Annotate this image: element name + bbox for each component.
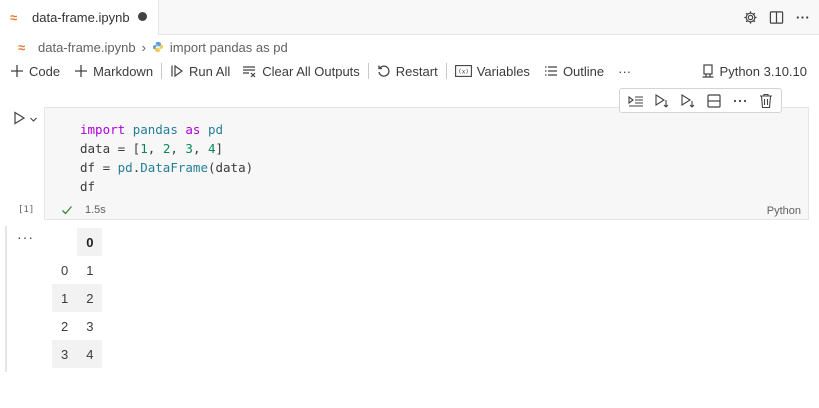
python-icon (152, 41, 164, 53)
execute-below-icon[interactable] (678, 91, 698, 111)
cell-toolbar (619, 88, 782, 113)
code-token: pandas (132, 122, 178, 137)
code-token: (data) (207, 160, 254, 175)
code-token: 4 (208, 141, 216, 156)
unsaved-dot-icon[interactable] (138, 12, 147, 21)
restart-kernel-button[interactable]: Restart (373, 59, 442, 83)
tab-label: data-frame.ipynb (32, 10, 130, 25)
run-cell-icon[interactable] (12, 111, 26, 128)
add-markdown-label: Markdown (93, 63, 154, 79)
index-header (52, 228, 77, 256)
code-token: data (80, 141, 111, 156)
row-index: 3 (52, 340, 78, 368)
row-index: 0 (61, 262, 69, 278)
cell-run-controls (12, 111, 38, 128)
table-header-row: 0 (52, 228, 103, 256)
breadcrumb-symbol[interactable]: import pandas as pd (170, 40, 288, 55)
table-row: 0 1 (52, 256, 102, 284)
variables-label: Variables (476, 63, 530, 79)
execute-above-cells-icon[interactable] (626, 91, 646, 111)
code-token: 1 (140, 141, 148, 156)
cell-more-actions-icon[interactable] (730, 91, 750, 111)
cell-status: 1.5s (61, 204, 106, 216)
settings-gear-icon[interactable] (741, 9, 759, 27)
run-all-label: Run All (189, 63, 231, 79)
add-code-label: Code (29, 63, 61, 79)
kernel-picker-button[interactable]: Python 3.10.10 (697, 59, 811, 83)
notebook-file-icon: ≈ (10, 10, 18, 25)
editor-tab-bar: ≈ data-frame.ipynb (0, 0, 819, 35)
table-row: 2 3 (52, 312, 102, 340)
output-more-icon[interactable]: ··· (17, 229, 34, 245)
variables-icon: (x) (454, 64, 472, 78)
plus-icon (74, 64, 88, 78)
table-row: 3 4 (52, 340, 103, 368)
code-token: import (80, 122, 126, 137)
editor-tab-data-frame[interactable]: ≈ data-frame.ipynb (0, 0, 159, 35)
cell-language-picker[interactable]: Python (767, 205, 801, 217)
code-token: 2 (162, 141, 171, 156)
outline-list-icon (544, 64, 558, 78)
breadcrumb-file[interactable]: data-frame.ipynb (38, 40, 136, 55)
code-cell[interactable]: import pandas as pd data = [1, 2, 3, 4] … (44, 107, 809, 220)
code-token: df (80, 179, 96, 194)
column-header: 0 (77, 228, 103, 256)
add-code-cell-button[interactable]: Code (6, 59, 64, 83)
run-all-icon (170, 64, 184, 78)
cell-value: 4 (77, 340, 103, 368)
execution-count: [1] (18, 205, 35, 215)
dataframe-output-table: 0 0 1 1 2 2 3 3 4 (52, 228, 103, 368)
more-ellipsis-icon: ··· (618, 63, 632, 79)
row-index: 1 (52, 284, 78, 312)
cell-value: 2 (77, 284, 103, 312)
split-editor-icon[interactable] (767, 9, 785, 27)
outline-label: Outline (562, 63, 605, 79)
kernel-label: Python 3.10.10 (719, 63, 807, 79)
output-focus-bar (5, 226, 7, 372)
toolbar-more-button[interactable]: ··· (614, 59, 635, 83)
execute-cell-and-below-icon[interactable] (652, 91, 672, 111)
breadcrumb: ≈ data-frame.ipynb › import pandas as pd (18, 37, 288, 57)
add-markdown-cell-button[interactable]: Markdown (70, 59, 157, 83)
cell-value: 1 (86, 262, 94, 278)
restart-icon (377, 64, 391, 78)
variables-button[interactable]: (x) Variables (451, 59, 534, 83)
run-options-chevron-icon[interactable] (29, 112, 38, 127)
delete-cell-trash-icon[interactable] (756, 91, 776, 111)
notebook-file-icon: ≈ (18, 39, 26, 55)
toolbar-divider (445, 63, 447, 79)
toolbar-divider (367, 63, 369, 79)
cell-value: 3 (86, 318, 94, 334)
code-token: 3 (185, 141, 193, 156)
code-token: pd (117, 160, 133, 175)
code-token: as (185, 122, 201, 137)
code-token: = (95, 160, 118, 175)
restart-label: Restart (395, 63, 438, 79)
clear-all-outputs-button[interactable]: Clear All Outputs (238, 59, 364, 83)
code-token: df (80, 160, 96, 175)
run-all-button[interactable]: Run All (166, 59, 234, 83)
more-actions-icon[interactable] (793, 9, 811, 27)
success-check-icon (61, 204, 73, 216)
outline-button[interactable]: Outline (540, 59, 608, 83)
clear-all-icon (242, 64, 257, 78)
code-token: ] (215, 141, 224, 156)
clear-all-outputs-label: Clear All Outputs (262, 63, 360, 79)
plus-icon (10, 64, 24, 78)
kernel-icon (701, 64, 715, 78)
code-token: DataFrame (140, 160, 208, 175)
row-index: 2 (61, 318, 69, 334)
svg-text:(x): (x) (458, 69, 469, 76)
code-token: = [ (110, 141, 141, 156)
notebook-toolbar: Code Markdown Run All Clear All Outputs … (0, 58, 819, 84)
chevron-right-icon: › (141, 39, 146, 55)
code-token: pd (207, 122, 224, 137)
execution-duration: 1.5s (85, 204, 106, 216)
code-editor[interactable]: import pandas as pd data = [1, 2, 3, 4] … (80, 120, 253, 196)
table-row: 1 2 (52, 284, 103, 312)
toolbar-divider (161, 63, 163, 79)
split-cell-icon[interactable] (704, 91, 724, 111)
